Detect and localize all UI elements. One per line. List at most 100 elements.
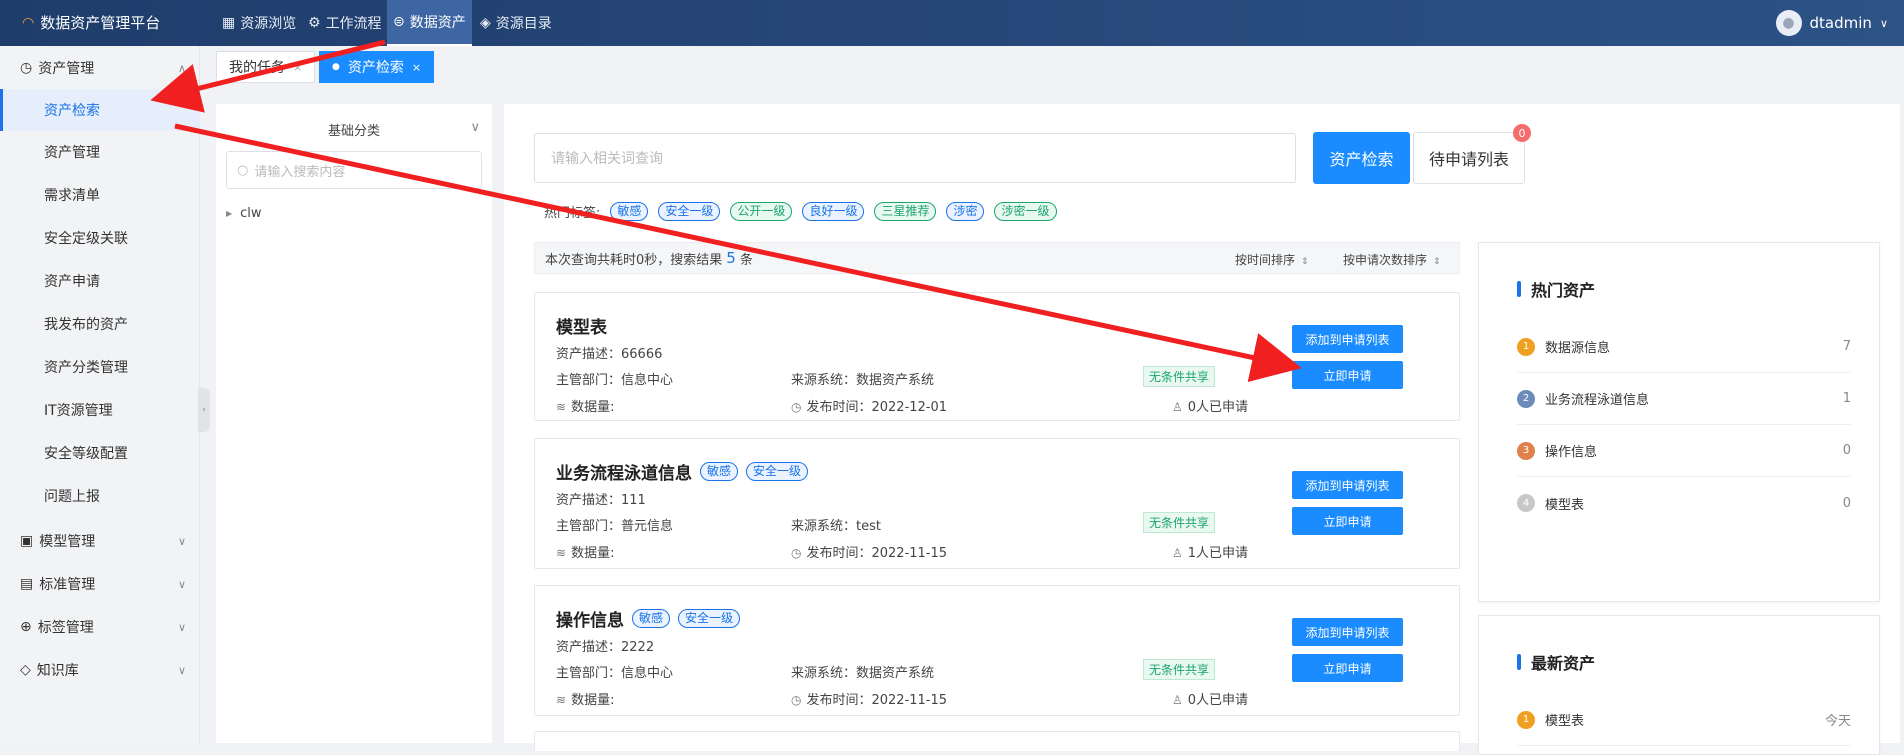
sidebar-item-issue-report[interactable]: 问题上报 xyxy=(0,475,200,517)
sidebar-item-security-link[interactable]: 安全定级关联 xyxy=(0,217,200,259)
asset-volume: ≋ 数据量: xyxy=(556,396,614,415)
asset-department: 主管部门：普元信息 xyxy=(556,519,674,534)
sidebar-item-category-manage[interactable]: 资产分类管理 xyxy=(0,346,200,388)
user-icon: ♙ xyxy=(1172,546,1183,560)
user-menu[interactable]: ● dtadmin ∨ xyxy=(1775,10,1888,36)
sidebar-group-standard[interactable]: ▤ 标准管理 ∨ xyxy=(0,564,200,604)
close-icon[interactable]: × xyxy=(293,61,302,74)
logo-icon: ◠ xyxy=(22,14,35,31)
avatar: ● xyxy=(1775,10,1802,36)
search-input[interactable]: 请输入相关词查询 xyxy=(534,133,1296,183)
add-to-apply-list-button[interactable]: 添加到申请列表 xyxy=(1292,618,1403,646)
category-tree-panel: 基础分类 ∨ ○ 请输入搜索内容 ▶ clw xyxy=(216,104,492,743)
add-to-apply-list-button[interactable]: 添加到申请列表 xyxy=(1292,325,1403,353)
hot-tag[interactable]: 敏感 xyxy=(610,202,649,221)
sidebar-group-model[interactable]: ▣ 模型管理 ∨ xyxy=(0,521,200,561)
apply-now-button[interactable]: 立即申请 xyxy=(1292,654,1403,682)
clock-icon: ◷ xyxy=(791,400,802,414)
hot-tag[interactable]: 三星推荐 xyxy=(874,202,937,221)
asset-description: 资产描述：66666 xyxy=(556,347,663,362)
add-to-apply-list-button[interactable]: 添加到申请列表 xyxy=(1292,471,1403,499)
hot-tag[interactable]: 涉密一级 xyxy=(994,202,1057,221)
sidebar-item-it-resource[interactable]: IT资源管理 xyxy=(0,389,200,431)
hot-asset-row[interactable]: 3 操作信息 0 xyxy=(1517,425,1851,477)
sidebar-item-my-published[interactable]: 我发布的资产 xyxy=(0,303,200,345)
rank-medal-icon: 4 xyxy=(1517,494,1535,512)
sidebar-group-kb[interactable]: ◇ 知识库 ∨ xyxy=(0,650,200,690)
volume-label: 数据量: xyxy=(571,693,615,708)
caret-right-icon[interactable]: ▶ xyxy=(226,209,232,218)
asset-publish-date: ◷ 发布时间：2022-11-15 xyxy=(791,542,947,561)
asset-card: 模型表 资产描述：66666 主管部门：信息中心 来源系统：数据资产系统 无条件… xyxy=(534,292,1460,421)
sidebar-group-label: 标准管理 xyxy=(39,577,96,593)
asset-title[interactable]: 模型表 xyxy=(556,313,607,338)
nav-resource-catalog[interactable]: ◈ 资源目录 xyxy=(474,0,558,46)
asset-title[interactable]: 业务流程泳道信息 xyxy=(556,459,692,484)
user-icon: ♙ xyxy=(1172,693,1183,707)
sidebar-item-asset-search[interactable]: 资产检索 xyxy=(0,89,200,131)
asset-description: 资产描述：2222 xyxy=(556,640,655,655)
chevron-down-icon: ∨ xyxy=(1879,16,1888,30)
hot-asset-name: 模型表 xyxy=(1545,497,1585,513)
pending-list-button[interactable]: 待申请列表 xyxy=(1413,132,1525,184)
share-badge: 无条件共享 xyxy=(1143,512,1216,533)
nav-workflow[interactable]: ⚙ 工作流程 xyxy=(302,0,388,46)
sidebar: ◷ 资产管理 ∧ 资产检索 资产管理 需求清单 安全定级关联 资产申请 我发布的… xyxy=(0,46,200,743)
asset-search-button[interactable]: 资产检索 xyxy=(1313,132,1410,184)
new-assets-header: 最新资产 xyxy=(1517,650,1595,674)
result-prefix: 本次查询共耗时0秒，搜索结果 xyxy=(545,252,723,268)
sidebar-group-label: 标签管理 xyxy=(37,620,94,636)
sort-label: 按时间排序 xyxy=(1235,253,1296,267)
tab-asset-search[interactable]: ● 资产检索 × xyxy=(319,51,435,83)
close-icon[interactable]: × xyxy=(412,61,421,74)
asset-tag: 敏感 xyxy=(632,609,671,628)
hot-tag[interactable]: 良好一级 xyxy=(802,202,865,221)
sidebar-collapse-handle[interactable]: ‹ xyxy=(198,388,210,432)
hot-asset-value: 0 xyxy=(1842,495,1851,511)
sidebar-item-security-level[interactable]: 安全等级配置 xyxy=(0,432,200,474)
sidebar-item-asset-apply[interactable]: 资产申请 xyxy=(0,260,200,302)
sort-by-applications[interactable]: 按申请次数排序 ⇕ xyxy=(1343,251,1441,268)
nav-data-assets[interactable]: ⊜ 数据资产 xyxy=(387,0,472,46)
tree-title: 基础分类 xyxy=(327,124,380,139)
tree-search-input[interactable]: ○ 请输入搜索内容 xyxy=(226,151,482,189)
hot-tags: 热门标签: 敏感 安全一级 公开一级 良好一级 三星推荐 涉密 涉密一级 xyxy=(544,202,1057,221)
sidebar-item-label: 资产检索 xyxy=(44,103,100,119)
sidebar-group-label: 模型管理 xyxy=(39,534,96,550)
sidebar-item-label: 安全等级配置 xyxy=(44,446,128,462)
rank-medal-icon: 1 xyxy=(1517,710,1535,729)
sidebar-group-tag[interactable]: ⊕ 标签管理 ∨ xyxy=(0,607,200,647)
sidebar-item-label: 问题上报 xyxy=(44,489,100,505)
sidebar-item-demand-list[interactable]: 需求清单 xyxy=(0,174,200,216)
tab-my-tasks[interactable]: 我的任务 × xyxy=(216,51,316,83)
app-logo[interactable]: ◠ 数据资产管理平台 xyxy=(22,12,160,33)
tree-node-label: clw xyxy=(240,206,262,221)
sort-by-time[interactable]: 按时间排序 ⇕ xyxy=(1235,251,1309,268)
tab-label: 我的任务 xyxy=(229,60,285,76)
share-badge: 无条件共享 xyxy=(1143,366,1216,387)
tree-header[interactable]: 基础分类 ∨ xyxy=(216,120,492,139)
title-bar-icon xyxy=(1517,281,1521,297)
sidebar-item-asset-manage[interactable]: 资产管理 xyxy=(0,131,200,173)
asset-card: 业务流程泳道信息 敏感 安全一级 资产描述：111 主管部门：普元信息 来源系统… xyxy=(534,438,1460,569)
hot-assets-panel: 热门资产 1 数据源信息 7 2 业务流程泳道信息 1 3 操作信息 0 4 模… xyxy=(1478,242,1880,602)
asset-title[interactable]: 操作信息 xyxy=(556,606,624,631)
apply-now-button[interactable]: 立即申请 xyxy=(1292,507,1403,535)
hot-asset-name: 业务流程泳道信息 xyxy=(1545,393,1650,408)
hot-asset-row[interactable]: 2 业务流程泳道信息 1 xyxy=(1517,373,1851,425)
hot-tag[interactable]: 公开一级 xyxy=(730,202,793,221)
nav-resource-browse[interactable]: ▦ 资源浏览 xyxy=(216,0,302,46)
hot-asset-row[interactable]: 4 模型表 0 xyxy=(1517,477,1851,529)
hot-tag[interactable]: 安全一级 xyxy=(658,202,721,221)
hot-asset-row[interactable]: 1 数据源信息 7 xyxy=(1517,321,1851,373)
hot-tag[interactable]: 涉密 xyxy=(946,202,985,221)
apply-now-button[interactable]: 立即申请 xyxy=(1292,361,1403,389)
sidebar-group-label: 资产管理 xyxy=(38,61,95,77)
new-asset-row[interactable]: 1 模型表 今天 xyxy=(1517,694,1851,746)
tree-node[interactable]: ▶ clw xyxy=(226,206,262,221)
clock-icon: ◷ xyxy=(791,546,802,560)
sidebar-group-asset[interactable]: ◷ 资产管理 ∧ xyxy=(0,48,200,88)
nav-label: 数据资产 xyxy=(409,15,466,31)
sidebar-item-label: 资产管理 xyxy=(44,145,100,161)
hot-asset-name: 数据源信息 xyxy=(1545,341,1611,356)
